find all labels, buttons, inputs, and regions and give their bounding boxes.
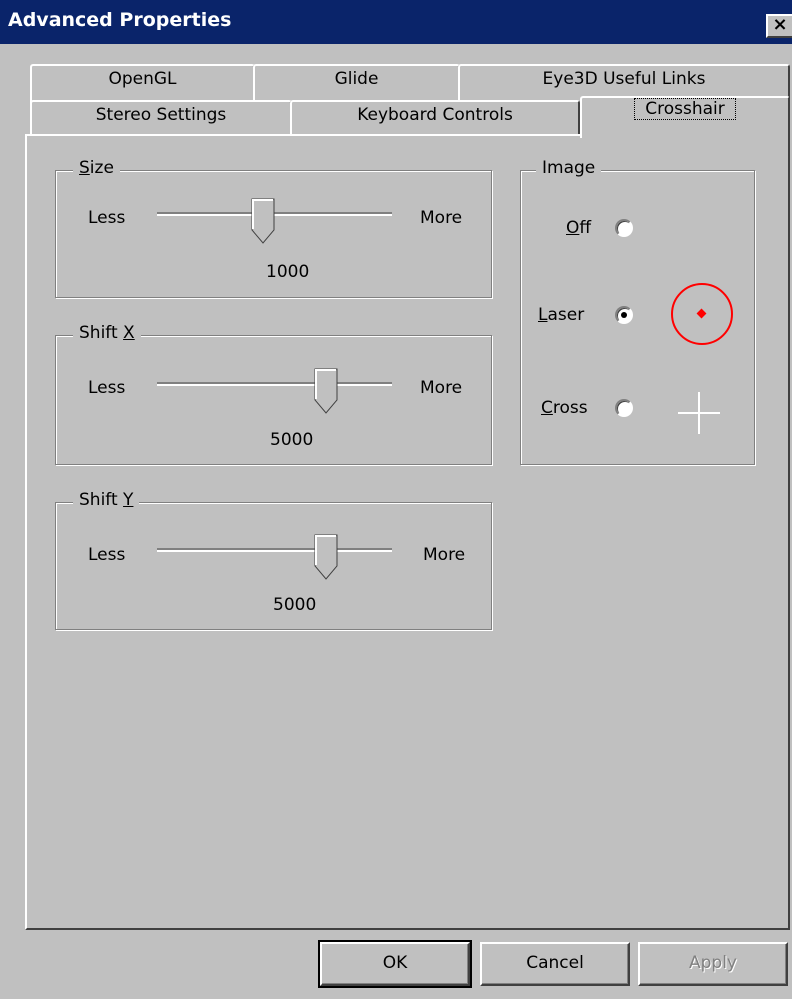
shift-y-value: 5000 (273, 595, 317, 615)
cancel-button[interactable]: Cancel (480, 942, 630, 986)
tab-label: Stereo Settings (95, 105, 227, 125)
close-icon: × (772, 14, 788, 35)
size-group-legend: Size (73, 158, 120, 178)
ok-button[interactable]: OK (318, 940, 472, 988)
shift-x-group-legend: Shift X (73, 323, 141, 343)
shift-y-more-label: More (423, 545, 466, 565)
shift-x-less-label: Less (88, 378, 126, 398)
size-less-label: Less (88, 208, 126, 228)
image-option-laser-radio[interactable] (615, 306, 633, 324)
apply-button[interactable]: Apply (638, 942, 788, 986)
shift-y-slider-thumb[interactable] (314, 534, 338, 580)
size-value: 1000 (266, 262, 310, 282)
tab-crosshair[interactable]: Crosshair (580, 96, 790, 138)
cross-icon (678, 392, 720, 434)
tab-keyboard-controls[interactable]: Keyboard Controls (290, 100, 580, 136)
tab-label: OpenGL (108, 69, 177, 89)
shift-x-more-label: More (420, 378, 463, 398)
window-title: Advanced Properties (8, 9, 232, 31)
shift-y-less-label: Less (88, 545, 126, 565)
image-option-off-label: Off (566, 218, 592, 238)
image-group-legend: Image (536, 158, 602, 178)
shift-x-slider-track[interactable] (157, 382, 392, 386)
tab-stereo-settings[interactable]: Stereo Settings (30, 100, 292, 136)
close-button[interactable]: × (766, 14, 792, 38)
size-slider-thumb[interactable] (251, 198, 275, 244)
image-option-off-radio[interactable] (615, 219, 633, 237)
shift-y-group-legend: Shift Y (73, 490, 140, 510)
tab-label: Glide (334, 69, 379, 89)
tab-label: Keyboard Controls (357, 105, 513, 125)
image-option-cross-radio[interactable] (615, 399, 633, 417)
tab-label: Crosshair (634, 98, 736, 120)
size-more-label: More (420, 208, 463, 228)
image-option-cross-label: Cross (541, 398, 588, 418)
tab-glide[interactable]: Glide (253, 64, 460, 104)
image-option-laser-label: Laser (538, 305, 585, 325)
tab-opengl[interactable]: OpenGL (30, 64, 255, 104)
laser-icon (671, 283, 733, 345)
shift-x-value: 5000 (270, 430, 314, 450)
shift-x-slider-thumb[interactable] (314, 368, 338, 414)
shift-y-slider-track[interactable] (157, 548, 392, 552)
tab-label: Eye3D Useful Links (542, 69, 706, 89)
radio-selected-dot (621, 312, 627, 318)
